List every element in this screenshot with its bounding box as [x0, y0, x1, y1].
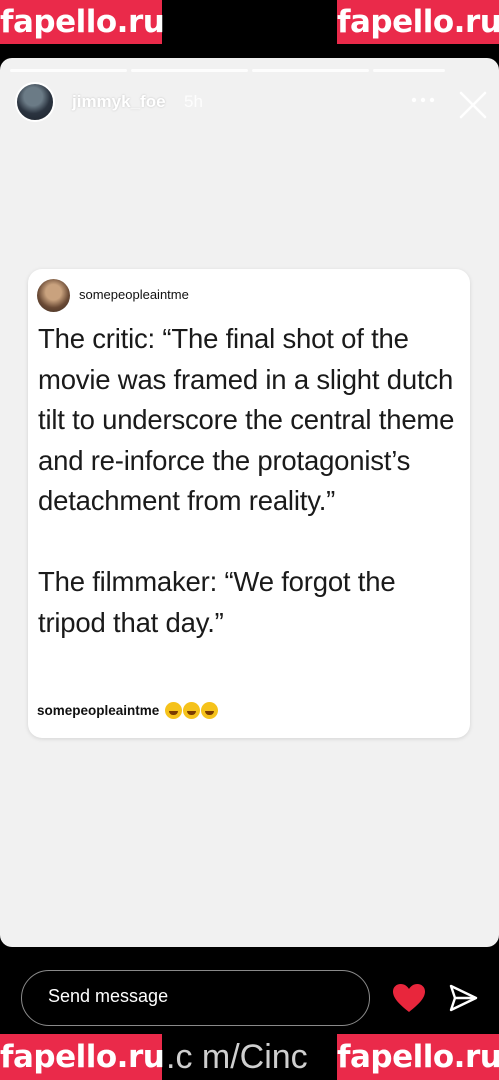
laughing-emoji-group — [165, 702, 219, 719]
watermark-top-left: fapello.ru — [0, 0, 165, 44]
progress-segment — [131, 69, 248, 72]
watermark-top-right: fapello.ru — [337, 0, 499, 44]
close-icon[interactable] — [458, 90, 488, 120]
laughing-emoji-icon — [165, 702, 183, 719]
post-author-avatar — [37, 279, 70, 312]
shared-post-card[interactable]: somepeopleaintme The critic: “The final … — [28, 269, 470, 738]
caption-handle: somepeopleaintme — [37, 703, 160, 718]
progress-segment — [252, 69, 369, 72]
post-caption: somepeopleaintme — [37, 702, 219, 719]
post-paragraph-critic: The critic: “The final shot of the movie… — [38, 323, 455, 516]
heart-icon[interactable] — [391, 982, 427, 1014]
send-message-placeholder[interactable]: Send message — [48, 986, 168, 1007]
watermark-bottom-left: fapello.ru — [0, 1034, 165, 1080]
story-username[interactable]: jimmyk_foe — [72, 92, 166, 112]
story-time: 5h — [184, 92, 203, 111]
send-paper-plane-icon[interactable] — [447, 982, 479, 1014]
story-avatar[interactable] — [15, 82, 55, 122]
story-progress-bar — [10, 69, 445, 72]
post-author-handle: somepeopleaintme — [79, 287, 189, 302]
post-body: The critic: “The final shot of the movie… — [38, 319, 463, 643]
progress-segment — [10, 69, 127, 72]
post-paragraph-filmmaker: The filmmaker: “We forgot the tripod tha… — [38, 566, 396, 638]
laughing-emoji-icon — [201, 702, 219, 719]
laughing-emoji-icon — [183, 702, 201, 719]
watermark-bottom-right: fapello.ru — [337, 1034, 499, 1080]
story-viewer[interactable]: jimmyk_foe 5h somepeopleaintme The criti… — [0, 58, 499, 947]
more-horizontal-icon[interactable] — [410, 88, 436, 112]
progress-segment — [373, 69, 445, 72]
